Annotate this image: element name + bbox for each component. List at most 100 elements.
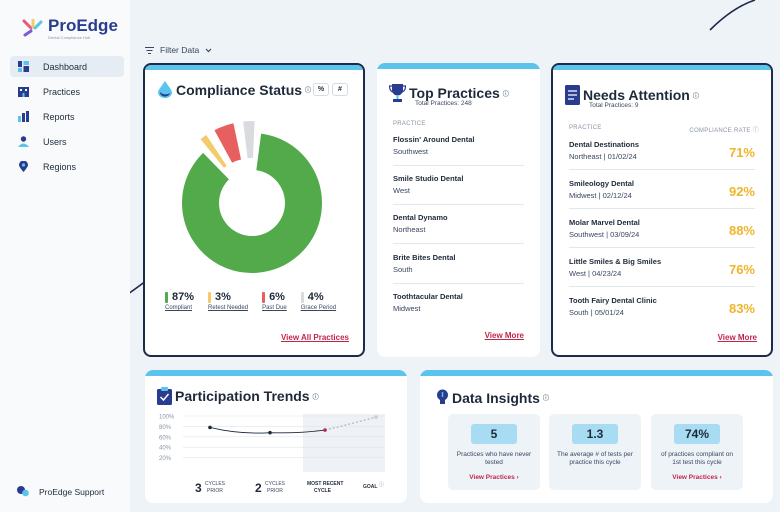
legend-value: 4% [307,291,324,303]
support-link[interactable]: ProEdge Support [17,486,104,497]
compliance-legend: 87% Compliant 3% Retest Needed 6% Past D… [165,291,336,311]
compliance-rate: 71% [728,145,755,160]
chat-icon [17,486,29,497]
legend-label: Grace Period [300,305,337,311]
count-toggle[interactable]: # [332,83,348,96]
practice-row[interactable]: Flossin' Around Dental Southwest [393,135,524,166]
practice-row[interactable]: Smile Studio Dental West [393,174,524,205]
link-label: View Practices [672,474,718,481]
practice-column-header: PRACTICE [393,121,426,127]
legend-swatch [165,291,168,303]
sidebar-item-label: Dashboard [43,61,88,72]
percent-toggle[interactable]: % [313,83,329,96]
legend-compliant[interactable]: 87% Compliant [165,291,194,311]
display-toggle: % # [313,83,348,96]
legend-past-due[interactable]: 6% Past Due [262,291,287,311]
y-tick-label: 20% [159,456,172,462]
total-practices: Total Practices: 9 [589,102,639,109]
sidebar-item-users[interactable]: Users [10,131,124,152]
card-accent-bar [553,65,771,70]
compliance-rate-column-header: COMPLIANCE RATE ⓘ [689,125,759,134]
card-title: Participation Trends ⓘ [157,387,319,405]
attention-row[interactable]: Dental Destinations Northeast | 01/02/24… [569,137,755,170]
legend-value: 3% [215,291,231,303]
building-icon [18,87,29,97]
legend-value: 87% [172,291,195,303]
view-more-link[interactable]: View More [485,331,524,340]
x-tick-label: CYCLES [205,481,226,487]
data-point[interactable] [323,428,327,432]
chevron-right-icon: › [719,474,722,481]
data-point[interactable] [374,415,378,419]
practice-name: Little Smiles & Big Smiles [569,257,662,266]
legend-retest-needed[interactable]: 3% Retest Needed [208,291,248,311]
insight-card-never-tested: 5 Practices who have never tested View P… [448,414,540,490]
x-tick-label: CYCLES [265,481,286,487]
compliance-status-card: Compliance Status ⓘ % # 87% Compliant 3%… [143,63,365,357]
top-practices-title: Top Practices [409,85,500,101]
practice-name: Smileology Dental [569,179,635,188]
brand-logo[interactable]: ProEdge Dental Compliance Hub [22,16,118,40]
card-accent-bar [145,370,407,376]
attention-row[interactable]: Smileology Dental Midwest | 02/12/24 92% [569,176,755,209]
view-more-link[interactable]: View More [718,333,757,342]
insights-title: Data Insights [452,389,540,406]
location-pin-icon [19,161,28,172]
sidebar-item-label: Regions [43,161,77,172]
insight-value: 1.3 [572,424,618,444]
legend-grace-period[interactable]: 4% Grace Period [300,291,337,311]
practice-name: Tooth Fairy Dental Clinic [569,296,657,305]
sidebar-item-practices[interactable]: Practices [10,81,124,102]
legend-swatch [300,291,304,303]
insight-card-first-test: 74% of practices compliant on 1st test t… [651,414,743,490]
chevron-down-icon [205,48,212,52]
y-tick-label: 60% [159,435,172,441]
info-icon[interactable]: ⓘ [693,91,699,100]
user-icon [18,136,29,147]
card-accent-bar [377,63,540,69]
participation-trends-card: Participation Trends ⓘ 100% 80% 60% 40% 20% 3… [145,370,407,503]
participation-line-chart: 100%80%60%40%20%3 CYCLESPRIOR 2 CYCLESPRIOR… [159,414,385,495]
attention-row[interactable]: Molar Marvel Dental Southwest | 03/09/24… [569,215,755,248]
info-icon[interactable]: ⓘ [379,481,384,488]
compliance-rate-header-label: COMPLIANCE RATE [689,128,751,134]
view-practices-link[interactable]: View Practices › [448,474,540,481]
attention-row[interactable]: Tooth Fairy Dental Clinic South | 05/01/… [569,293,755,326]
practice-region: South [393,265,413,274]
data-point[interactable] [208,425,212,430]
practice-row[interactable]: Brite Bites Dental South [393,253,524,284]
practice-meta: Northeast | 01/02/24 [569,152,637,161]
compliance-rate: 92% [728,184,755,199]
insight-text: of practices compliant on 1st test this … [661,451,733,466]
card-accent-bar [145,65,363,70]
info-icon[interactable]: ⓘ [313,392,319,401]
sidebar-item-label: Practices [43,86,81,97]
legend-swatch [262,291,266,303]
clipboard-check-icon [157,387,172,405]
sidebar-item-dashboard[interactable]: Dashboard [10,56,124,77]
participation-title: Participation Trends [175,388,310,404]
sidebar: ProEdge Dental Compliance Hub Dashboard … [0,0,130,512]
x-tick-number: 2 [255,481,262,495]
attention-row[interactable]: Little Smiles & Big Smiles West | 04/23/… [569,254,755,287]
data-point[interactable] [268,430,272,435]
insight-value: 74% [674,424,720,444]
view-practices-link[interactable]: View Practices › [651,474,743,481]
insight-text: The average # of tests per practice this… [557,451,633,466]
sidebar-item-reports[interactable]: Reports [10,106,124,127]
info-icon[interactable]: ⓘ [305,85,311,94]
sidebar-item-regions[interactable]: Regions [10,156,124,177]
link-label: View Practices [469,474,515,481]
filter-data-dropdown[interactable]: Filter Data [145,45,212,55]
practice-row[interactable]: Toothtacular Dental Midwest [393,292,524,323]
info-icon[interactable]: ⓘ [753,128,759,134]
practice-row[interactable]: Dental Dynamo Northeast [393,213,524,244]
brand-name: ProEdge [48,16,118,35]
dashboard-icon [18,61,29,72]
view-all-practices-link[interactable]: View All Practices [281,333,349,342]
info-icon[interactable]: ⓘ [543,393,549,402]
x-tick-label: PRIOR [267,488,283,494]
info-icon[interactable]: ⓘ [503,89,509,98]
legend-label: Retest Needed [208,305,249,311]
donut-slice-grace-period[interactable] [243,121,255,159]
